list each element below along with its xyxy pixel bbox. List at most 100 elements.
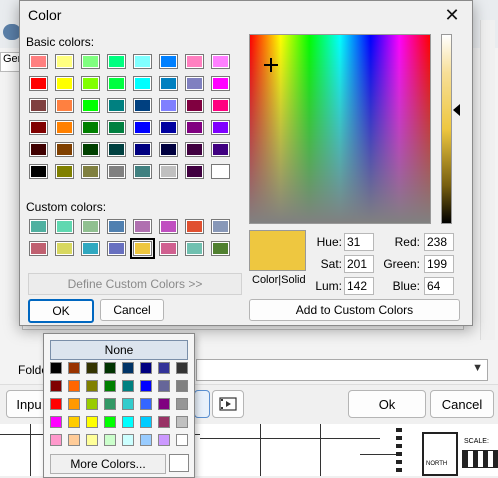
custom-color-swatch[interactable]	[211, 241, 230, 256]
palette-color-swatch[interactable]	[176, 434, 188, 446]
luminance-arrow-icon[interactable]	[453, 104, 460, 116]
crosshair-icon[interactable]	[264, 58, 278, 72]
basic-color-swatch[interactable]	[159, 76, 178, 91]
add-to-custom-colors-button[interactable]: Add to Custom Colors	[249, 299, 460, 321]
palette-color-swatch[interactable]	[68, 362, 80, 374]
ok-button[interactable]: Ok	[348, 390, 426, 418]
basic-color-swatch[interactable]	[133, 98, 152, 113]
palette-color-swatch[interactable]	[158, 362, 170, 374]
palette-color-swatch[interactable]	[122, 380, 134, 392]
basic-color-swatch[interactable]	[29, 76, 48, 91]
custom-color-swatch[interactable]	[29, 241, 48, 256]
palette-color-swatch[interactable]	[140, 434, 152, 446]
palette-color-swatch[interactable]	[86, 398, 98, 410]
custom-color-swatch[interactable]	[29, 219, 48, 234]
basic-color-swatch[interactable]	[211, 164, 230, 179]
basic-color-swatch[interactable]	[185, 54, 204, 69]
basic-color-swatch[interactable]	[185, 120, 204, 135]
basic-color-swatch[interactable]	[81, 142, 100, 157]
close-icon[interactable]: ✕	[440, 3, 464, 27]
custom-color-swatch[interactable]	[185, 241, 204, 256]
basic-color-swatch[interactable]	[81, 164, 100, 179]
basic-color-swatch[interactable]	[107, 142, 126, 157]
palette-color-swatch[interactable]	[50, 380, 62, 392]
basic-color-swatch[interactable]	[29, 164, 48, 179]
basic-color-swatch[interactable]	[29, 98, 48, 113]
lum-field[interactable]: 142	[344, 277, 374, 295]
palette-color-swatch[interactable]	[122, 434, 134, 446]
palette-color-swatch[interactable]	[86, 416, 98, 428]
luminance-slider[interactable]	[441, 34, 452, 224]
palette-color-swatch[interactable]	[68, 398, 80, 410]
palette-color-swatch[interactable]	[50, 398, 62, 410]
palette-color-swatch[interactable]	[86, 362, 98, 374]
basic-color-swatch[interactable]	[55, 76, 74, 91]
palette-color-swatch[interactable]	[140, 416, 152, 428]
basic-color-swatch[interactable]	[185, 164, 204, 179]
hue-field[interactable]: 31	[344, 233, 374, 251]
basic-color-swatch[interactable]	[211, 98, 230, 113]
palette-color-swatch[interactable]	[104, 434, 116, 446]
basic-color-swatch[interactable]	[185, 98, 204, 113]
basic-color-swatch[interactable]	[211, 142, 230, 157]
basic-color-swatch[interactable]	[159, 54, 178, 69]
basic-color-swatch[interactable]	[107, 98, 126, 113]
basic-color-swatch[interactable]	[107, 76, 126, 91]
custom-color-swatch[interactable]	[55, 219, 74, 234]
palette-color-swatch[interactable]	[104, 416, 116, 428]
custom-color-swatch[interactable]	[159, 241, 178, 256]
custom-color-swatch[interactable]	[130, 238, 155, 259]
palette-color-swatch[interactable]	[140, 362, 152, 374]
basic-color-swatch[interactable]	[185, 76, 204, 91]
blue-field[interactable]: 64	[424, 277, 454, 295]
film-icon[interactable]	[212, 390, 244, 418]
color-dropdown-button[interactable]	[194, 390, 210, 418]
palette-color-swatch[interactable]	[158, 398, 170, 410]
palette-color-swatch[interactable]	[68, 380, 80, 392]
custom-color-swatch[interactable]	[133, 219, 152, 234]
palette-color-swatch[interactable]	[176, 380, 188, 392]
palette-color-swatch[interactable]	[68, 416, 80, 428]
basic-color-swatch[interactable]	[107, 54, 126, 69]
basic-color-swatch[interactable]	[133, 164, 152, 179]
basic-color-swatch[interactable]	[133, 76, 152, 91]
basic-color-swatch[interactable]	[211, 76, 230, 91]
folder-combo[interactable]: ▼	[196, 359, 488, 381]
palette-color-swatch[interactable]	[104, 362, 116, 374]
basic-color-swatch[interactable]	[133, 120, 152, 135]
basic-color-swatch[interactable]	[81, 54, 100, 69]
basic-color-swatch[interactable]	[159, 142, 178, 157]
basic-color-swatch[interactable]	[159, 164, 178, 179]
green-field[interactable]: 199	[424, 255, 454, 273]
custom-color-swatch[interactable]	[211, 219, 230, 234]
palette-color-swatch[interactable]	[86, 434, 98, 446]
basic-color-swatch[interactable]	[81, 120, 100, 135]
palette-color-swatch[interactable]	[68, 434, 80, 446]
define-custom-colors-button[interactable]: Define Custom Colors >>	[28, 273, 242, 295]
basic-color-swatch[interactable]	[81, 76, 100, 91]
basic-color-swatch[interactable]	[81, 98, 100, 113]
basic-color-swatch[interactable]	[133, 142, 152, 157]
basic-color-swatch[interactable]	[55, 98, 74, 113]
red-field[interactable]: 238	[424, 233, 454, 251]
palette-color-swatch[interactable]	[104, 398, 116, 410]
more-colors-button[interactable]: More Colors...	[50, 454, 166, 474]
cancel-button[interactable]: Cancel	[430, 390, 494, 418]
basic-color-swatch[interactable]	[211, 120, 230, 135]
palette-color-swatch[interactable]	[50, 434, 62, 446]
palette-color-swatch[interactable]	[50, 416, 62, 428]
custom-color-swatch[interactable]	[185, 219, 204, 234]
none-button[interactable]: None	[50, 340, 188, 360]
cancel-button[interactable]: Cancel	[100, 299, 164, 321]
palette-color-swatch[interactable]	[122, 416, 134, 428]
custom-color-swatch[interactable]	[81, 219, 100, 234]
palette-color-swatch[interactable]	[86, 380, 98, 392]
basic-color-swatch[interactable]	[55, 164, 74, 179]
scrollbar[interactable]	[480, 20, 495, 340]
basic-color-swatch[interactable]	[107, 120, 126, 135]
palette-color-swatch[interactable]	[122, 362, 134, 374]
custom-color-swatch[interactable]	[81, 241, 100, 256]
custom-color-swatch[interactable]	[55, 241, 74, 256]
basic-color-swatch[interactable]	[133, 54, 152, 69]
palette-color-swatch[interactable]	[176, 398, 188, 410]
